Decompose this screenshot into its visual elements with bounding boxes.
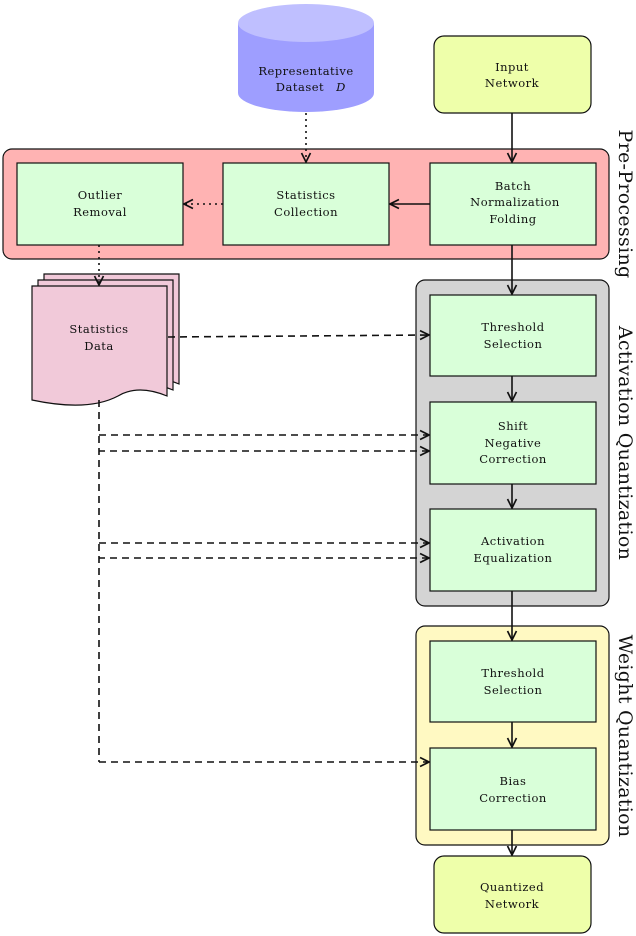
- quantized-network-label: Network: [485, 897, 540, 911]
- act-threshold-box: [429, 294, 597, 377]
- act-eq-label: Activation: [480, 534, 545, 548]
- bn-label: Batch: [495, 179, 531, 193]
- outlier-label: Outlier: [78, 188, 123, 202]
- snc-label: Shift: [498, 419, 528, 433]
- outlier-removal-box: [16, 162, 184, 246]
- statistics-data-label: Statistics: [69, 322, 128, 336]
- dataset-label: Dataset: [276, 80, 324, 94]
- act-eq-label: Equalization: [474, 551, 553, 565]
- activation-group-label: Activation Quantization: [614, 325, 636, 560]
- activation-equalization-box: [429, 508, 597, 592]
- outlier-label: Removal: [73, 205, 127, 219]
- input-network-label: Input: [495, 60, 529, 74]
- input-network-label: Network: [485, 76, 540, 90]
- weight-threshold-box: [429, 640, 597, 723]
- w-threshold-label: Selection: [484, 683, 543, 697]
- preprocessing-group-label: Pre-Processing: [614, 130, 636, 279]
- w-threshold-label: Threshold: [481, 666, 544, 680]
- bias-correction-box: [429, 747, 597, 831]
- quantization-flow-diagram: Representative Dataset D Input Network O…: [2, 4, 636, 934]
- snc-label: Correction: [479, 452, 547, 466]
- stats-collection-label: Collection: [274, 205, 338, 219]
- quantized-network-box: [433, 855, 592, 934]
- bias-label: Correction: [479, 791, 547, 805]
- snc-label: Negative: [485, 436, 542, 450]
- act-threshold-label: Selection: [484, 337, 543, 351]
- quantized-network-label: Quantized: [480, 880, 544, 894]
- statistics-collection-box: [222, 162, 390, 246]
- dashed-arrows: [98, 335, 429, 762]
- statistics-data-label: Data: [84, 339, 114, 353]
- bn-label: Normalization: [470, 195, 560, 209]
- weight-group-label: Weight Quantization: [614, 635, 636, 838]
- dataset-symbol: D: [335, 80, 346, 94]
- act-threshold-label: Threshold: [481, 320, 544, 334]
- bn-label: Folding: [489, 212, 536, 226]
- input-network-box: [433, 35, 592, 114]
- dataset-cylinder: Representative Dataset D: [238, 4, 374, 112]
- bias-label: Bias: [500, 774, 527, 788]
- dataset-label: Representative: [258, 64, 353, 78]
- stats-collection-label: Statistics: [276, 188, 335, 202]
- arrow: [167, 335, 429, 337]
